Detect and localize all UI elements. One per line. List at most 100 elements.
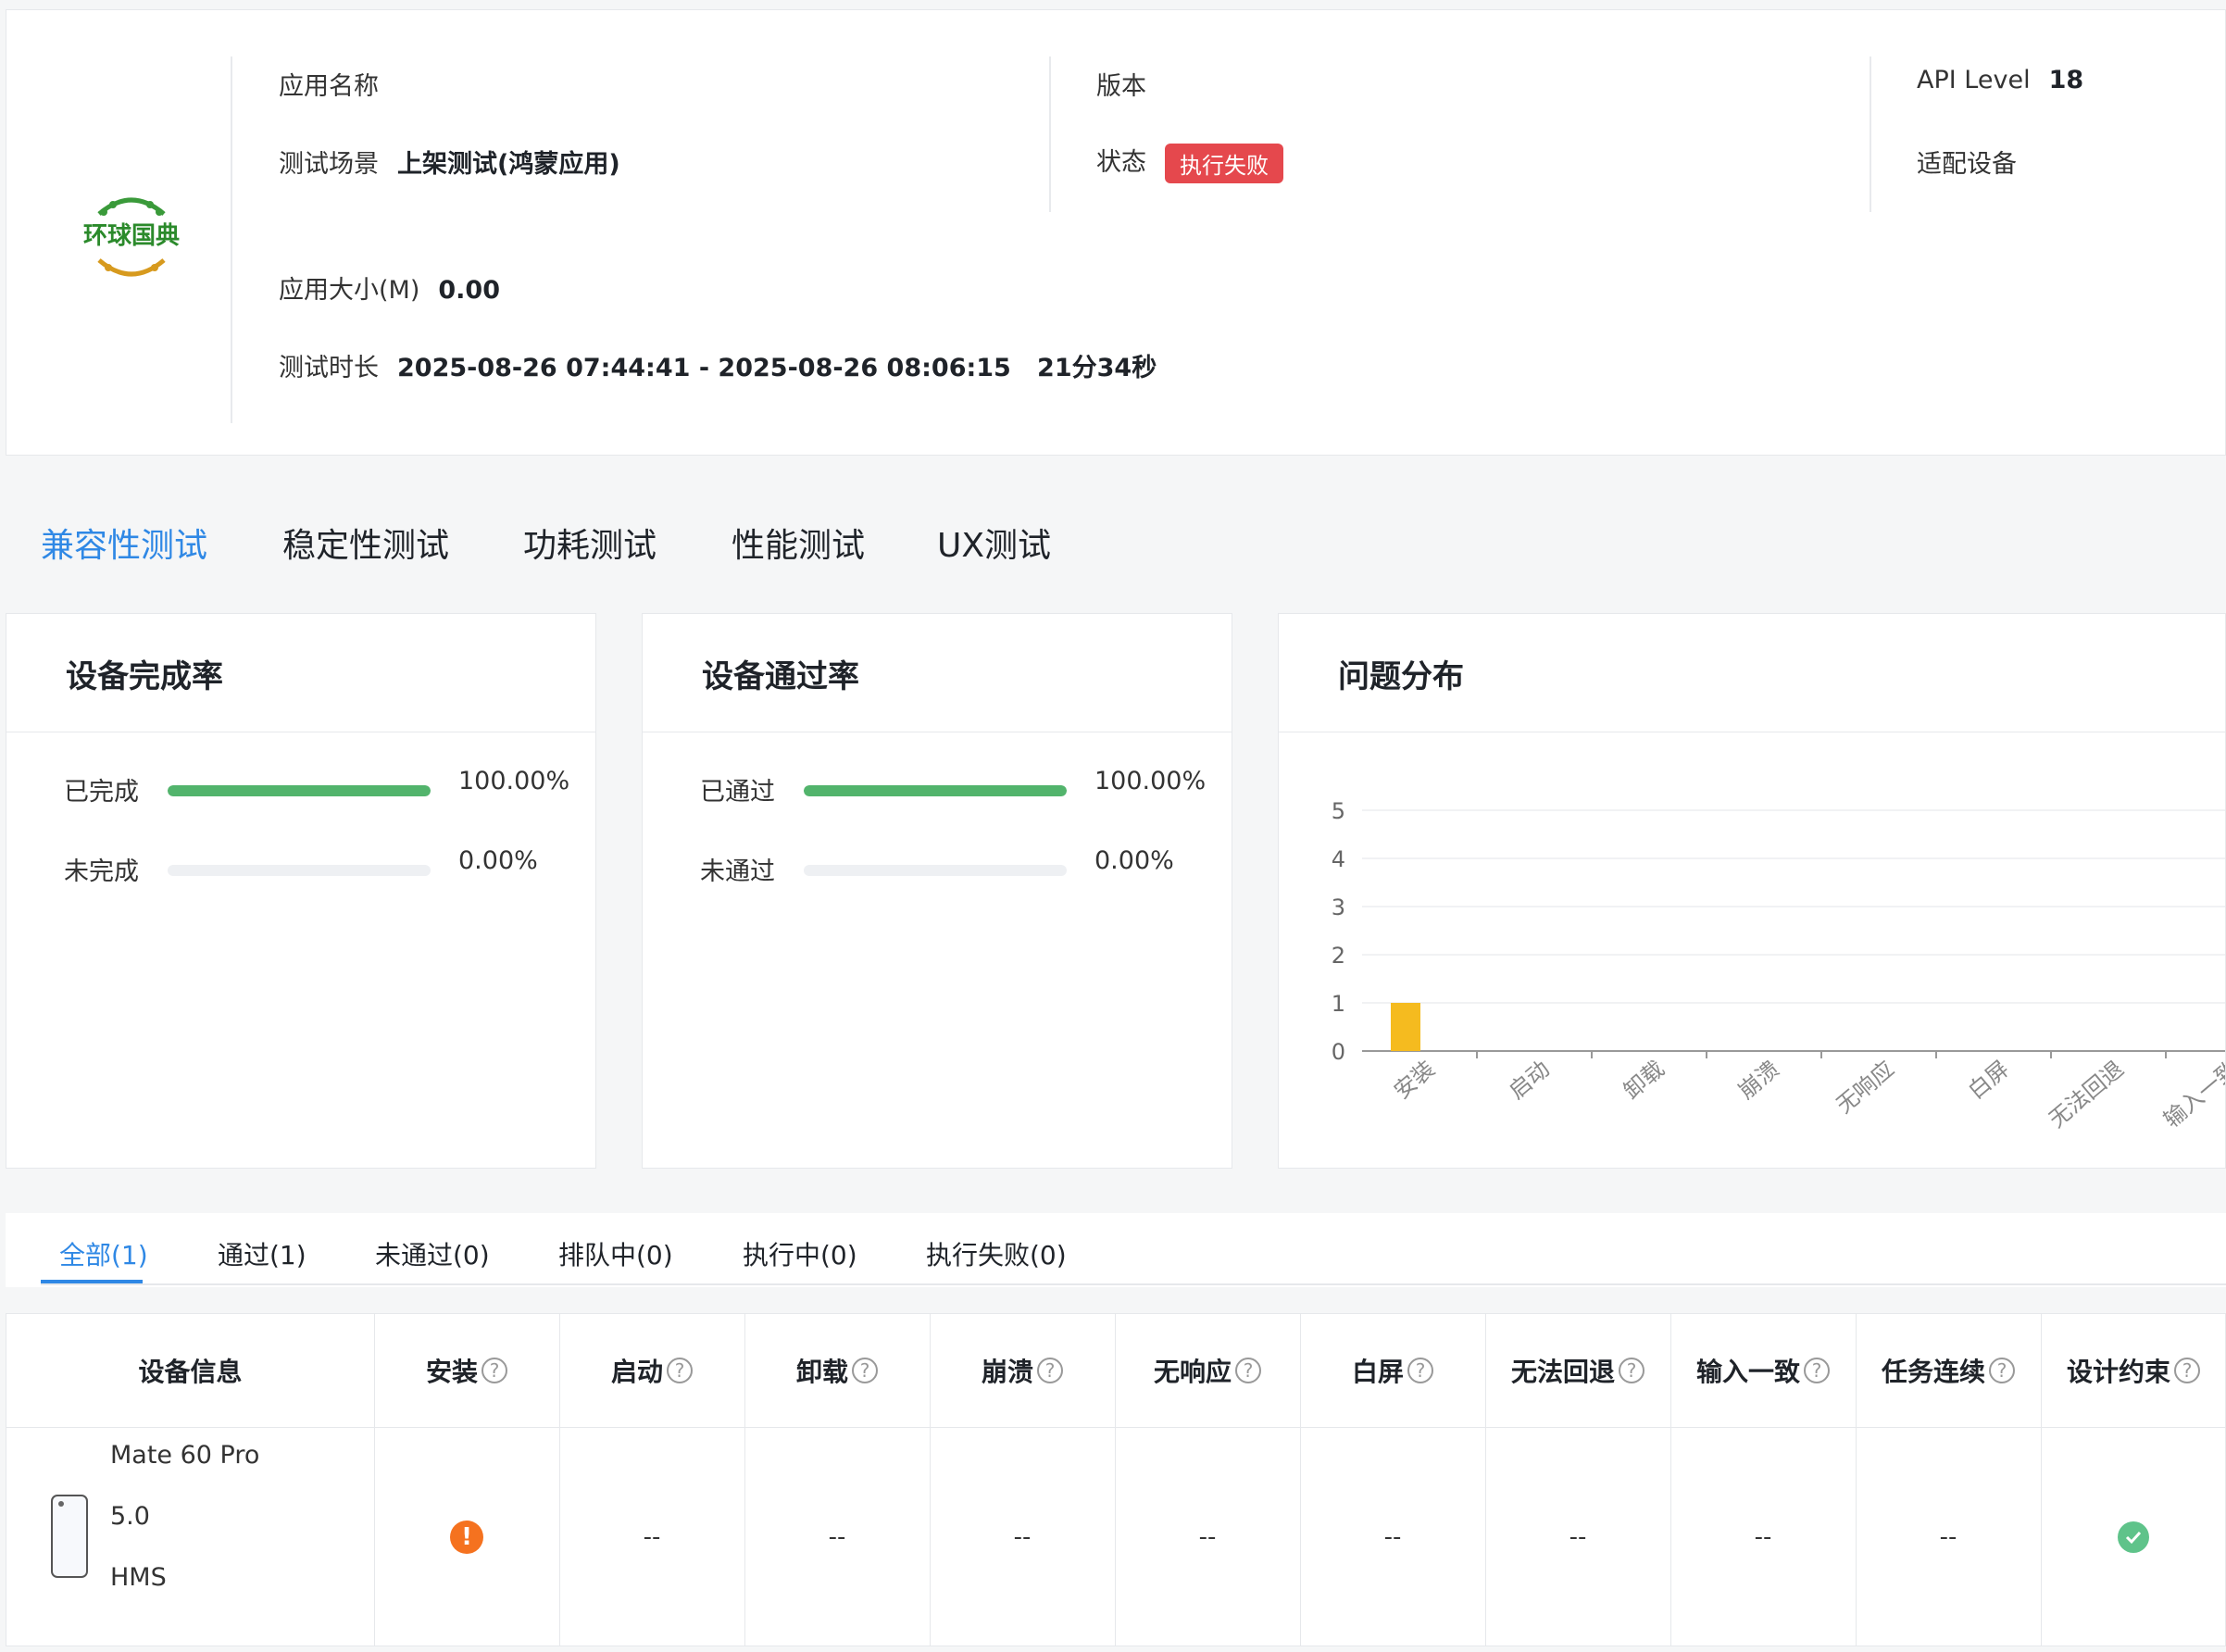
- passed-label: 已通过: [700, 778, 775, 807]
- status-label: 状态: [1096, 148, 1146, 177]
- filter-tab-not-passed[interactable]: 未通过(0): [375, 1235, 490, 1272]
- header-white-screen: 白屏?: [1300, 1314, 1485, 1427]
- tabs-divider: [41, 1283, 2226, 1285]
- divider: [1870, 56, 1871, 212]
- device-results-table: 设备信息 安装? 启动? 卸载? 崩溃? 无响应? 白屏? 无法回退? 输入一致…: [6, 1313, 2226, 1646]
- app-size-value: 0.00: [438, 276, 500, 305]
- api-level: API Level 18: [1917, 66, 2083, 94]
- completed-bar-fill: [168, 785, 431, 796]
- result-filter-tabs: 全部(1) 通过(1) 未通过(0) 排队中(0) 执行中(0) 执行失败(0): [6, 1213, 2226, 1287]
- help-icon[interactable]: ?: [1407, 1358, 1433, 1383]
- tab-compatibility[interactable]: 兼容性测试: [41, 519, 207, 567]
- test-duration: 测试时长 2025-08-26 07:44:41 - 2025-08-26 08:…: [279, 347, 1157, 383]
- adapted-devices-label: 适配设备: [1917, 150, 2017, 179]
- help-icon[interactable]: ?: [1235, 1358, 1261, 1383]
- completed-bar: [168, 785, 431, 796]
- app-logo-image: 环球国典: [83, 197, 180, 277]
- header-label: 无法回退: [1510, 1357, 1615, 1387]
- passed-bar: [804, 785, 1067, 796]
- x-tick-label: 安装: [1389, 1056, 1440, 1104]
- pass-rate-panel: 设备通过率 已通过 100.00% 未通过 0.00%: [642, 613, 1232, 1169]
- tab-performance[interactable]: 性能测试: [732, 519, 865, 567]
- device-name: Mate 60 Pro: [110, 1441, 260, 1470]
- help-icon[interactable]: ?: [481, 1358, 507, 1383]
- filter-tab-passed[interactable]: 通过(1): [218, 1235, 306, 1272]
- x-tick-label: 无响应: [1832, 1056, 1899, 1119]
- header-label: 无响应: [1153, 1357, 1232, 1387]
- header-label: 启动: [610, 1357, 663, 1387]
- bar: [1391, 1003, 1420, 1051]
- incomplete-percent: 0.00%: [458, 846, 538, 875]
- failed-label: 未通过: [700, 857, 775, 886]
- help-icon[interactable]: ?: [667, 1358, 693, 1383]
- help-icon[interactable]: ?: [1989, 1358, 2015, 1383]
- help-icon[interactable]: ?: [2174, 1358, 2200, 1383]
- version-label: 版本: [1096, 72, 1146, 101]
- header-design-constraint: 设计约束?: [2041, 1314, 2226, 1427]
- panel-header: 设备完成率: [6, 614, 595, 732]
- tab-ux[interactable]: UX测试: [937, 519, 1051, 567]
- completion-panel: 设备完成率 已完成 100.00% 未完成 0.00%: [6, 613, 596, 1169]
- header-device-info: 设备信息: [138, 1357, 243, 1387]
- panel-header: 设备通过率: [643, 614, 1232, 732]
- cell-launch: --: [643, 1522, 661, 1551]
- failed-bar: [804, 865, 1067, 876]
- y-tick-label: 1: [1332, 991, 1345, 1017]
- passed-percent: 100.00%: [1094, 767, 1207, 795]
- incomplete-bar: [168, 865, 431, 876]
- cell-crash: --: [1013, 1522, 1032, 1551]
- x-tick-label: 崩溃: [1733, 1056, 1784, 1104]
- x-tick-label: 白屏: [1963, 1056, 2014, 1104]
- header-label: 输入一致: [1695, 1357, 1800, 1387]
- help-icon[interactable]: ?: [852, 1358, 878, 1383]
- issue-distribution-panel: 问题分布 0 1 2 3 4 5 安装 启动 卸载 崩溃 无响应 白屏 无法回退 输入一致: [1278, 613, 2226, 1169]
- tab-stability[interactable]: 稳定性测试: [282, 519, 449, 567]
- check-icon[interactable]: [2118, 1521, 2149, 1553]
- filter-tab-all[interactable]: 全部(1): [59, 1235, 148, 1272]
- help-icon[interactable]: ?: [1804, 1358, 1830, 1383]
- api-level-label: API Level: [1917, 66, 2031, 94]
- filter-tab-running[interactable]: 执行中(0): [743, 1235, 857, 1272]
- cell-design-constraint: [2041, 1428, 2226, 1646]
- help-icon[interactable]: ?: [1619, 1358, 1644, 1383]
- app-logo: 环球国典: [71, 186, 192, 288]
- phone-icon: [51, 1495, 88, 1578]
- test-scene-value: 上架测试(鸿蒙应用): [397, 150, 620, 179]
- device-os-version: 5.0: [110, 1502, 150, 1531]
- panel-header: 问题分布: [1279, 614, 2225, 732]
- test-scene-label: 测试场景: [279, 150, 379, 179]
- test-scene: 测试场景 上架测试(鸿蒙应用): [279, 144, 620, 180]
- app-size: 应用大小(M) 0.00: [279, 269, 500, 306]
- cell-install: !: [374, 1428, 559, 1646]
- header-install: 安装?: [374, 1314, 559, 1427]
- y-tick-label: 0: [1332, 1039, 1345, 1065]
- completed-percent: 100.00%: [458, 767, 570, 795]
- failed-percent: 0.00%: [1094, 846, 1174, 875]
- issue-distribution-chart: 0 1 2 3 4 5 安装 启动 卸载 崩溃 无响应 白屏 无法回退 输入一致: [1332, 798, 2225, 1133]
- header-crash: 崩溃?: [930, 1314, 1115, 1427]
- filter-tab-queued[interactable]: 排队中(0): [558, 1235, 673, 1272]
- warning-icon[interactable]: !: [450, 1520, 483, 1554]
- header-label: 白屏: [1351, 1357, 1404, 1387]
- x-tick-label: 无法回退: [2044, 1056, 2129, 1133]
- issue-distribution-title: 问题分布: [1338, 658, 1464, 695]
- incomplete-label: 未完成: [64, 857, 139, 886]
- header-label: 任务连续: [1881, 1357, 1985, 1387]
- test-duration-value: 2025-08-26 07:44:41 - 2025-08-26 08:06:1…: [397, 354, 1157, 382]
- header-task-continuity: 任务连续?: [1856, 1314, 2041, 1427]
- app-name-label: 应用名称: [279, 72, 379, 101]
- header-label: 卸载: [795, 1357, 848, 1387]
- y-tick-label: 4: [1332, 846, 1345, 872]
- x-tick-label: 启动: [1504, 1056, 1555, 1104]
- help-icon[interactable]: ?: [1037, 1358, 1063, 1383]
- x-tick-label: 输入一致: [2158, 1056, 2225, 1133]
- header-launch: 启动?: [559, 1314, 744, 1427]
- cell-task-continuity: --: [1939, 1522, 1957, 1551]
- header-no-response: 无响应?: [1115, 1314, 1300, 1427]
- filter-tab-failed[interactable]: 执行失败(0): [926, 1235, 1067, 1272]
- tab-power[interactable]: 功耗测试: [523, 519, 657, 567]
- passed-bar-fill: [804, 785, 1067, 796]
- completion-title: 设备完成率: [66, 658, 223, 695]
- cell-white-screen: --: [1383, 1522, 1402, 1551]
- header-label: 安装: [425, 1357, 478, 1387]
